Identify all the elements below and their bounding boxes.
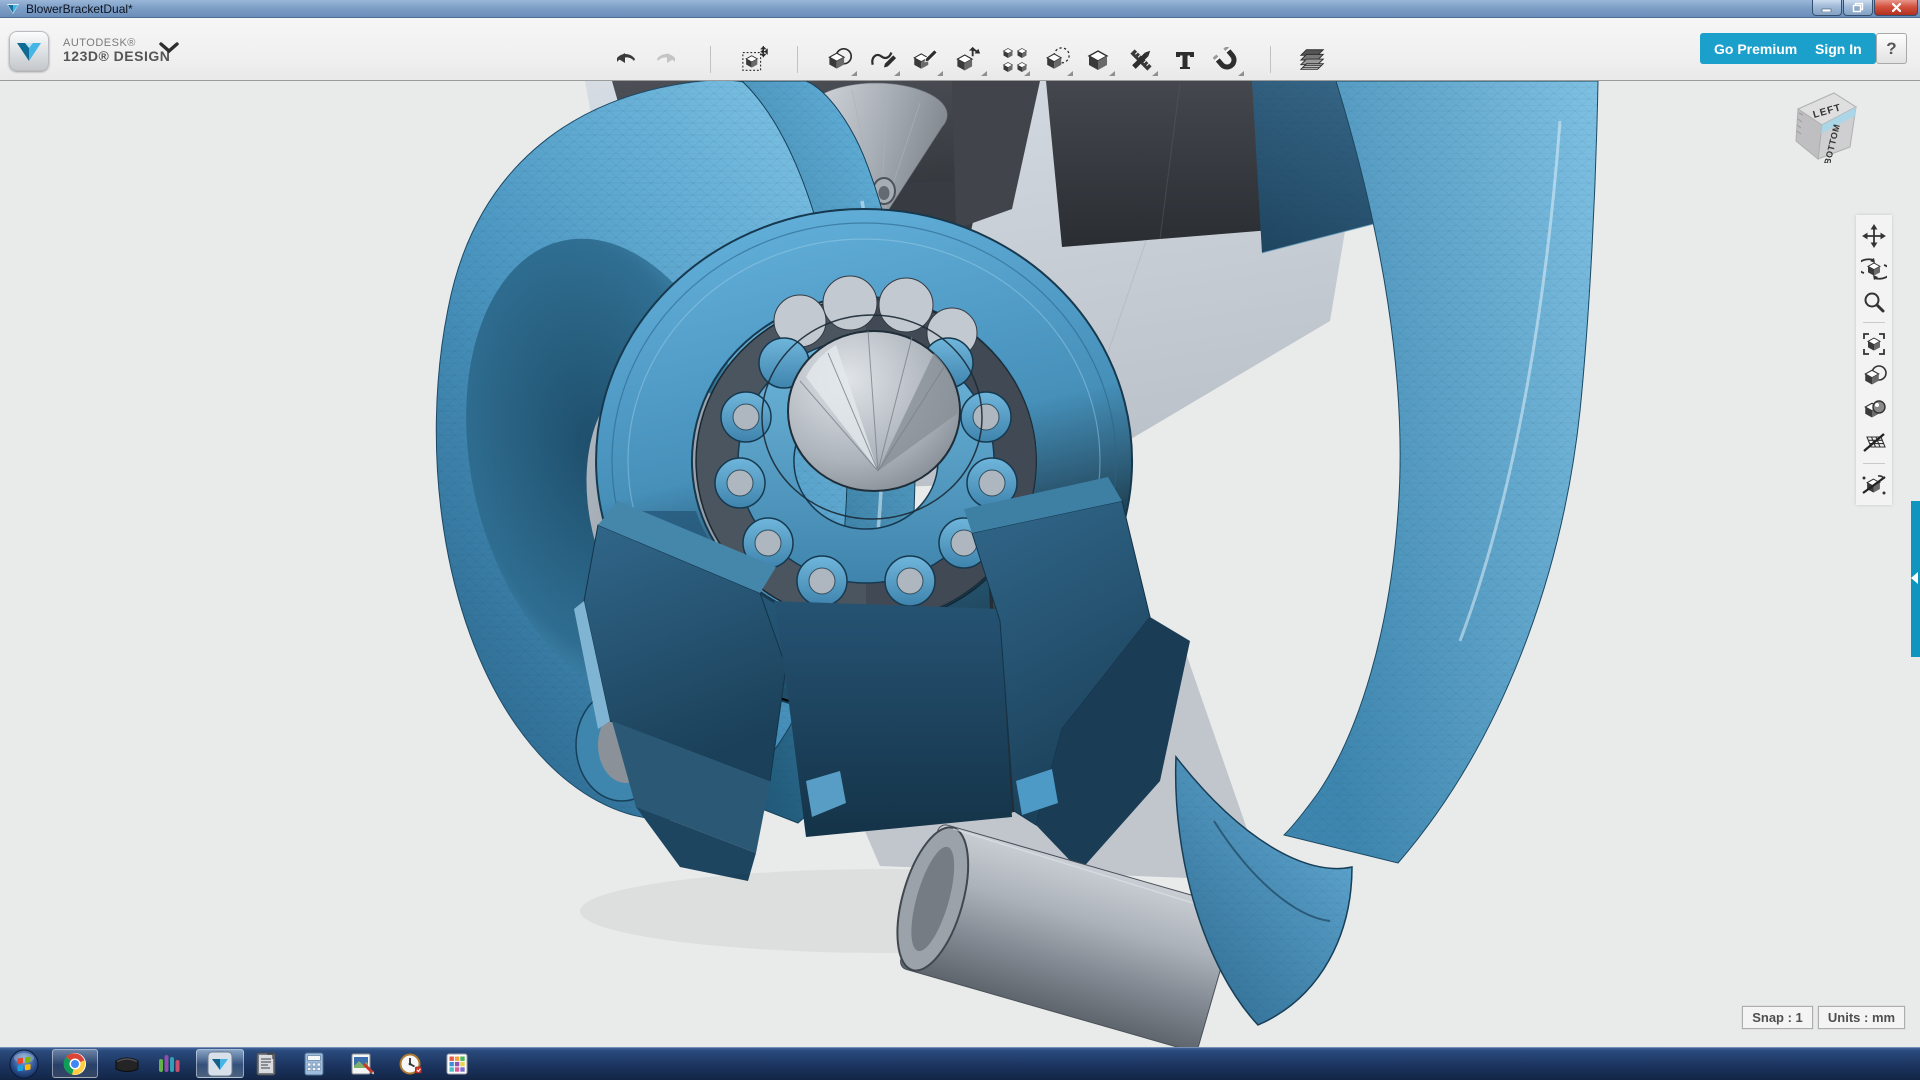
3d-viewport[interactable]: LEFT BOTTOM	[0, 81, 1920, 1047]
taskbar-123d-design[interactable]	[196, 1049, 244, 1078]
measure-icon[interactable]	[1127, 46, 1155, 74]
taskbar-notepad[interactable]	[250, 1049, 282, 1078]
dropdown-triangle	[1024, 71, 1030, 76]
sign-in-button[interactable]: Sign In	[1801, 33, 1876, 64]
dropdown-triangle	[1067, 71, 1073, 76]
app-window: BlowerBracketDual* AUTODESK® 123D® DESIG…	[0, 0, 1920, 1080]
taskbar-clock-app[interactable]	[394, 1049, 428, 1078]
view-cube[interactable]: LEFT BOTTOM	[1788, 83, 1868, 163]
expand-arrow-icon	[1911, 572, 1918, 584]
dropdown-triangle	[937, 71, 943, 76]
dark-app-icon	[114, 1052, 140, 1076]
grouping-icon[interactable]	[1043, 46, 1071, 74]
transform-icon[interactable]	[741, 46, 769, 74]
dropdown-triangle	[981, 71, 987, 76]
app-icon	[6, 3, 20, 15]
redo-icon[interactable]	[651, 46, 679, 74]
toolbar-separator	[797, 46, 798, 73]
123d-logo-icon	[9, 31, 49, 71]
3d-model-blower-bracket[interactable]	[0, 81, 1920, 1047]
brand-line2: 123D® DESIGN	[63, 49, 170, 64]
image-editor-icon	[350, 1052, 374, 1076]
orbit-icon[interactable]	[1859, 252, 1889, 285]
chrome-icon	[63, 1052, 87, 1076]
navigation-toolbar	[1856, 215, 1892, 505]
minimize-button[interactable]	[1812, 0, 1842, 16]
main-toolbar: AUTODESK® 123D® DESIGN	[0, 18, 1920, 81]
close-button[interactable]	[1874, 0, 1918, 16]
dropdown-triangle	[894, 71, 900, 76]
text-icon[interactable]	[1171, 46, 1199, 74]
clock-app-icon	[399, 1052, 423, 1076]
nav-separator	[1863, 322, 1885, 323]
toolbar-separator	[1270, 46, 1271, 73]
zoom-icon[interactable]	[1859, 285, 1889, 318]
calculator-icon	[303, 1052, 325, 1076]
snap-icon[interactable]	[1213, 46, 1241, 74]
material-view-icon[interactable]	[1859, 393, 1889, 426]
notepad-icon	[255, 1052, 277, 1076]
construct-icon[interactable]	[911, 46, 939, 74]
primitives-icon[interactable]	[826, 46, 854, 74]
taskbar-image-editor[interactable]	[346, 1049, 378, 1078]
media-bars-icon	[157, 1052, 181, 1076]
material-icon[interactable]	[1299, 46, 1327, 74]
combine-icon[interactable]	[1084, 46, 1112, 74]
app-logo[interactable]: AUTODESK® 123D® DESIGN	[9, 31, 170, 71]
hide-sketches-icon[interactable]	[1859, 468, 1889, 501]
taskbar-chrome[interactable]	[52, 1049, 98, 1078]
units-setting[interactable]: Units : mm	[1818, 1006, 1905, 1029]
grid-toggle-icon[interactable]	[1859, 426, 1889, 459]
pan-icon[interactable]	[1859, 219, 1889, 252]
taskbar-media-app[interactable]	[152, 1049, 186, 1078]
undo-icon[interactable]	[613, 46, 641, 74]
window-title: BlowerBracketDual*	[26, 1, 133, 17]
grid-app-icon	[446, 1053, 468, 1075]
start-button[interactable]	[5, 1049, 43, 1078]
dropdown-triangle	[1152, 71, 1158, 76]
restore-button[interactable]	[1843, 0, 1873, 16]
dropdown-triangle	[1109, 71, 1115, 76]
toolbar-separator	[710, 46, 711, 73]
dropdown-triangle	[851, 71, 857, 76]
sketch-icon[interactable]	[869, 46, 897, 74]
123d-taskbar-icon	[207, 1051, 233, 1077]
snap-setting[interactable]: Snap : 1	[1742, 1006, 1813, 1029]
windows-taskbar: 2:51 AM	[0, 1047, 1920, 1080]
fit-view-icon[interactable]	[1859, 327, 1889, 360]
help-button[interactable]: ?	[1876, 33, 1907, 64]
start-orb-icon	[9, 1049, 39, 1079]
dropdown-triangle	[1238, 71, 1244, 76]
shaded-view-icon[interactable]	[1859, 360, 1889, 393]
title-bar: BlowerBracketDual*	[0, 0, 1920, 18]
taskbar-dark-app[interactable]	[110, 1049, 144, 1078]
nav-separator	[1863, 463, 1885, 464]
modify-icon[interactable]	[954, 46, 982, 74]
go-premium-button[interactable]: Go Premium	[1700, 33, 1811, 64]
expand-panel-tab[interactable]	[1911, 501, 1920, 657]
pattern-icon[interactable]	[1001, 46, 1029, 74]
menu-chevron-icon[interactable]	[158, 40, 180, 56]
taskbar-calculator[interactable]	[298, 1049, 330, 1078]
taskbar-grid-app[interactable]	[440, 1049, 474, 1078]
